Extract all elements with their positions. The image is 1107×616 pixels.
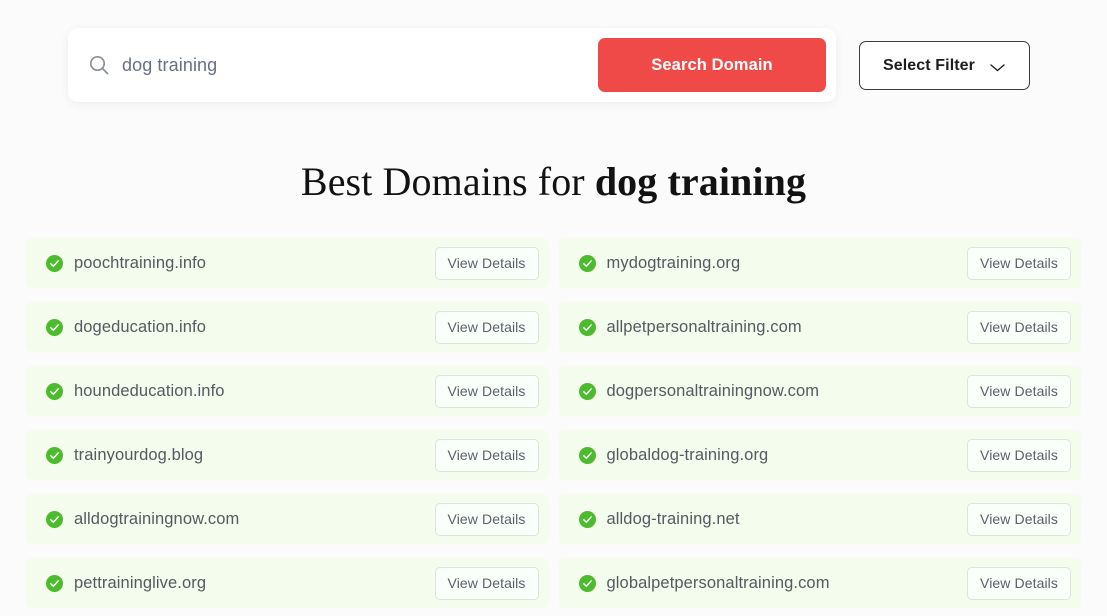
domain-result-row: dogeducation.info View Details — [26, 302, 549, 352]
search-input-wrapper — [68, 28, 598, 102]
view-details-button[interactable]: View Details — [967, 566, 1071, 600]
view-details-button[interactable]: View Details — [967, 310, 1071, 344]
available-check-icon — [46, 446, 63, 464]
domain-name: houndeducation.info — [74, 381, 225, 400]
search-domain-button[interactable]: Search Domain — [598, 38, 826, 92]
available-check-icon — [578, 446, 596, 464]
available-check-icon — [46, 254, 63, 272]
domain-result-row: alldog-training.net View Details — [558, 494, 1081, 544]
view-details-button[interactable]: View Details — [434, 566, 539, 600]
domain-name: alldog-training.net — [606, 509, 740, 528]
chevron-down-icon — [989, 60, 1006, 72]
domain-name: mydogtraining.org — [606, 253, 741, 272]
search-bar-card: Search Domain — [68, 28, 836, 102]
domain-name: allpetpersonaltraining.com — [606, 317, 802, 336]
domain-result-row: alldogtrainingnow.com View Details — [26, 494, 549, 544]
available-check-icon — [578, 318, 596, 336]
view-details-button[interactable]: View Details — [434, 502, 539, 536]
available-check-icon — [578, 510, 596, 528]
domain-name: dogpersonaltrainingnow.com — [606, 381, 820, 400]
page-title: Best Domains for dog training — [0, 112, 1107, 205]
view-details-button[interactable]: View Details — [434, 246, 539, 280]
domain-result-row: poochtraining.info View Details — [26, 238, 549, 288]
domain-result-row: mydogtraining.org View Details — [558, 238, 1081, 288]
domain-result-row: trainyourdog.blog View Details — [26, 430, 549, 480]
available-check-icon — [578, 254, 596, 272]
available-check-icon — [46, 574, 63, 592]
available-check-icon — [46, 510, 63, 528]
domain-result-row: globaldog-training.org View Details — [558, 430, 1081, 480]
domain-results-grid: poochtraining.info View Details mydogtrain… — [0, 238, 1107, 608]
view-details-button[interactable]: View Details — [967, 438, 1071, 472]
domain-name: alldogtrainingnow.com — [74, 509, 240, 528]
domain-result-row: globalpetpersonaltraining.com View Detail… — [558, 558, 1081, 608]
select-filter-button[interactable]: Select Filter — [859, 41, 1030, 90]
view-details-button[interactable]: View Details — [434, 438, 539, 472]
view-details-button[interactable]: View Details — [434, 374, 539, 408]
available-check-icon — [46, 382, 63, 400]
domain-name: dogeducation.info — [74, 317, 206, 336]
page-title-prefix: Best Domains for — [300, 159, 595, 204]
domain-result-row: dogpersonaltrainingnow.com View Details — [558, 366, 1081, 416]
available-check-icon — [46, 318, 63, 336]
domain-result-row: pettraininglive.org View Details — [26, 558, 549, 608]
domain-result-row: allpetpersonaltraining.com View Details — [558, 302, 1081, 352]
domain-name: globaldog-training.org — [606, 445, 769, 464]
available-check-icon — [578, 574, 596, 592]
view-details-button[interactable]: View Details — [967, 374, 1071, 408]
domain-name: trainyourdog.blog — [74, 445, 204, 464]
domain-name: globalpetpersonaltraining.com — [606, 573, 830, 592]
select-filter-label: Select Filter — [882, 56, 975, 74]
search-icon — [87, 53, 111, 77]
domain-result-row: houndeducation.info View Details — [26, 366, 549, 416]
domain-name: pettraininglive.org — [74, 573, 207, 592]
domain-name: poochtraining.info — [74, 253, 207, 272]
view-details-button[interactable]: View Details — [967, 246, 1071, 280]
search-region: Search Domain Select Filter — [0, 0, 1107, 112]
view-details-button[interactable]: View Details — [967, 502, 1071, 536]
page-title-keyword: dog training — [594, 159, 807, 204]
available-check-icon — [578, 382, 596, 400]
view-details-button[interactable]: View Details — [434, 310, 539, 344]
search-input[interactable] — [122, 45, 598, 85]
